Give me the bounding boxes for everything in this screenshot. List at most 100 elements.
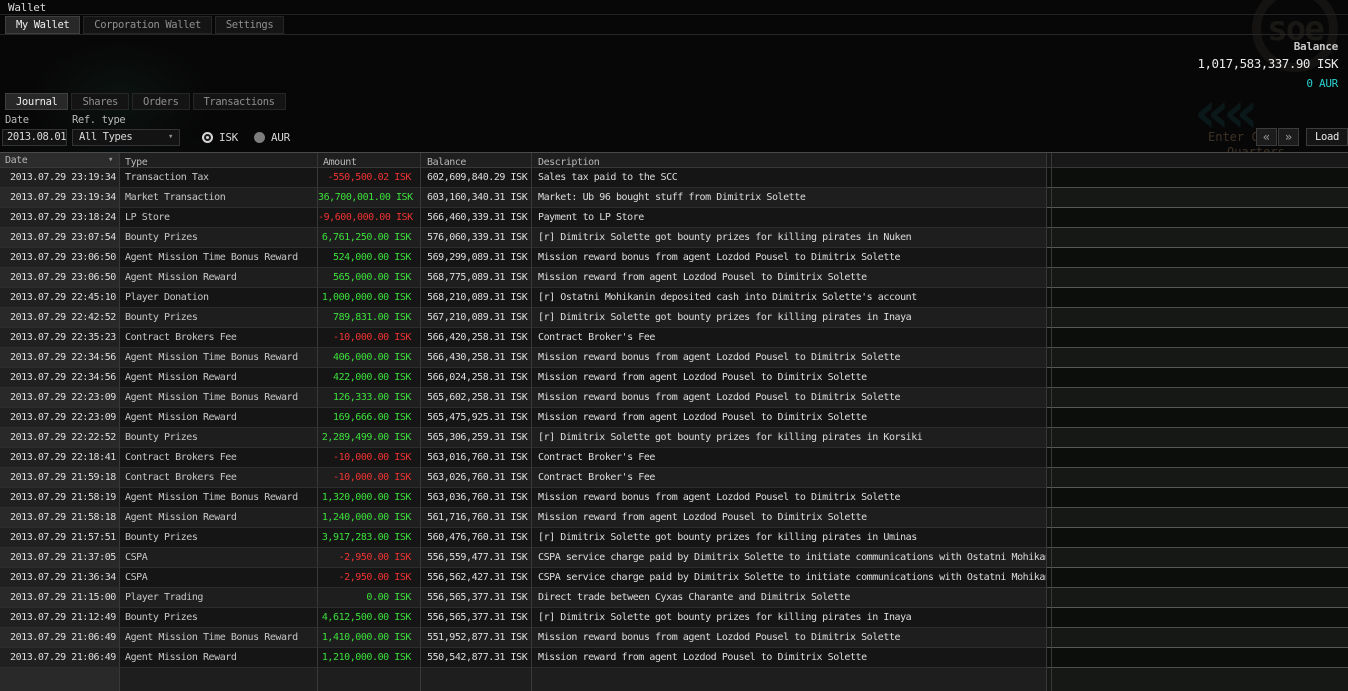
cell-description: Contract Broker's Fee [532, 448, 1047, 468]
cell-balance: 560,476,760.31 ISK [421, 528, 532, 548]
table-row[interactable]: 2013.07.29 21:36:34 CSPA -2,950.00 ISK 556,… [0, 568, 1348, 588]
date-input[interactable]: 2013.08.01 [2, 129, 67, 146]
cell-type: Bounty Prizes [120, 308, 318, 328]
table-row[interactable]: 2013.07.29 23:06:50 Agent Mission Time Bo… [0, 248, 1348, 268]
column-header-date[interactable]: Date ▾ [0, 153, 120, 168]
cell-amount: -550,500.02 ISK [318, 168, 421, 188]
cell-description: CSPA service charge paid by Dimitrix Sol… [532, 548, 1047, 568]
radio-aur[interactable]: AUR [253, 131, 290, 144]
tab-shares[interactable]: Shares [71, 93, 129, 110]
cell-balance: 603,160,340.31 ISK [421, 188, 532, 208]
cell-date: 2013.07.29 22:45:10 [0, 288, 120, 308]
cell-amount: -10,000.00 ISK [318, 328, 421, 348]
cell-balance: 566,460,339.31 ISK [421, 208, 532, 228]
table-row[interactable]: 2013.07.29 23:19:34 Transaction Tax -550,5… [0, 168, 1348, 188]
cell-date: 2013.07.29 21:58:18 [0, 508, 120, 528]
cell-description: Sales tax paid to the SCC [532, 168, 1047, 188]
pager-previous-button[interactable]: « [1256, 128, 1277, 146]
column-header-type[interactable]: Type [120, 153, 318, 168]
table-row[interactable]: 2013.07.29 21:06:49 Agent Mission Time Bo… [0, 628, 1348, 648]
cell-balance: 551,952,877.31 ISK [421, 628, 532, 648]
table-row[interactable]: 2013.07.29 22:34:56 Agent Mission Reward 4… [0, 368, 1348, 388]
cell-balance: 568,775,089.31 ISK [421, 268, 532, 288]
cell-description: Market: Ub 96 bought stuff from Dimitrix… [532, 188, 1047, 208]
tab-journal[interactable]: Journal [5, 93, 69, 110]
cell-amount: 565,000.00 ISK [318, 268, 421, 288]
cell-amount: 422,000.00 ISK [318, 368, 421, 388]
cell-balance: 568,210,089.31 ISK [421, 288, 532, 308]
table-row[interactable]: 2013.07.29 21:37:05 CSPA -2,950.00 ISK 556,… [0, 548, 1348, 568]
table-row[interactable]: 2013.07.29 23:18:24 LP Store -9,600,000.00… [0, 208, 1348, 228]
column-header-description[interactable]: Description [532, 153, 1047, 168]
cell-balance: 563,026,760.31 ISK [421, 468, 532, 488]
table-row[interactable]: 2013.07.29 21:15:00 Player Trading 0.00 IS… [0, 588, 1348, 608]
cell-date: 2013.07.29 21:15:00 [0, 588, 120, 608]
table-row[interactable]: 2013.07.29 22:18:41 Contract Brokers Fee -… [0, 448, 1348, 468]
table-row[interactable]: 2013.07.29 23:06:50 Agent Mission Reward 5… [0, 268, 1348, 288]
row-filler [1052, 168, 1348, 188]
row-filler [1052, 608, 1348, 628]
cell-balance: 576,060,339.31 ISK [421, 228, 532, 248]
balance-block: Balance 1,017,583,337.90 ISK 0 AUR [1197, 40, 1338, 90]
row-filler [1052, 408, 1348, 428]
cell-date: 2013.07.29 23:19:34 [0, 168, 120, 188]
tab-orders[interactable]: Orders [131, 93, 190, 110]
cell-balance: 565,602,258.31 ISK [421, 388, 532, 408]
cell-type: Agent Mission Reward [120, 368, 318, 388]
cell-type: Bounty Prizes [120, 608, 318, 628]
cell-date: 2013.07.29 21:06:49 [0, 628, 120, 648]
cell-date: 2013.07.29 21:59:18 [0, 468, 120, 488]
cell-amount: 789,831.00 ISK [318, 308, 421, 328]
table-row[interactable]: 2013.07.29 22:45:10 Player Donation 1,000,… [0, 288, 1348, 308]
row-filler [1052, 488, 1348, 508]
chevrons-right-icon: » [1284, 130, 1293, 144]
cell-description: Mission reward from agent Lozdod Pousel … [532, 368, 1047, 388]
cell-balance: 561,716,760.31 ISK [421, 508, 532, 528]
radio-isk[interactable]: ISK [202, 131, 238, 144]
cell-date: 2013.07.29 23:06:50 [0, 248, 120, 268]
load-button[interactable]: Load [1306, 128, 1348, 146]
cell-type: Transaction Tax [120, 168, 318, 188]
column-header-balance[interactable]: Balance [421, 153, 532, 168]
table-row[interactable]: 2013.07.29 23:07:54 Bounty Prizes 6,761,25… [0, 228, 1348, 248]
cell-date: 2013.07.29 21:12:49 [0, 608, 120, 628]
cell-description: Payment to LP Store [532, 208, 1047, 228]
tab-corporation-wallet[interactable]: Corporation Wallet [83, 16, 212, 34]
table-row[interactable]: 2013.07.29 22:23:09 Agent Mission Reward 1… [0, 408, 1348, 428]
cell-date: 2013.07.29 21:58:19 [0, 488, 120, 508]
balance-label: Balance [1293, 40, 1339, 53]
table-row[interactable]: 2013.07.29 21:58:18 Agent Mission Reward 1… [0, 508, 1348, 528]
table-row[interactable]: 2013.07.29 22:42:52 Bounty Prizes 789,831.… [0, 308, 1348, 328]
table-row[interactable]: 2013.07.29 22:34:56 Agent Mission Time Bo… [0, 348, 1348, 368]
row-filler [1052, 468, 1348, 488]
cell-amount: 1,410,000.00 ISK [318, 628, 421, 648]
table-row[interactable]: 2013.07.29 22:35:23 Contract Brokers Fee -… [0, 328, 1348, 348]
pager-next-button[interactable]: » [1278, 128, 1299, 146]
ref-type-dropdown[interactable]: All Types ▾ [72, 129, 180, 146]
table-row[interactable]: 2013.07.29 21:57:51 Bounty Prizes 3,917,28… [0, 528, 1348, 548]
table-row[interactable]: 2013.07.29 21:12:49 Bounty Prizes 4,612,50… [0, 608, 1348, 628]
tab-settings[interactable]: Settings [214, 16, 285, 34]
row-filler [1052, 568, 1348, 588]
tab-transactions[interactable]: Transactions [192, 93, 286, 110]
cell-date: 2013.07.29 22:34:56 [0, 368, 120, 388]
table-row[interactable]: 2013.07.29 21:58:19 Agent Mission Time Bo… [0, 488, 1348, 508]
table-row[interactable]: 2013.07.29 22:22:52 Bounty Prizes 2,289,49… [0, 428, 1348, 448]
table-row[interactable]: 2013.07.29 22:23:09 Agent Mission Time Bo… [0, 388, 1348, 408]
cell-amount: -10,000.00 ISK [318, 468, 421, 488]
tab-my-wallet[interactable]: My Wallet [5, 16, 81, 34]
cell-description: [r] Dimitrix Solette got bounty prizes f… [532, 428, 1047, 448]
cell-description: [r] Dimitrix Solette got bounty prizes f… [532, 608, 1047, 628]
cell-description: Mission reward from agent Lozdod Pousel … [532, 648, 1047, 668]
table-row[interactable]: 2013.07.29 21:59:18 Contract Brokers Fee -… [0, 468, 1348, 488]
cell-date: 2013.07.29 23:18:24 [0, 208, 120, 228]
row-filler [1052, 588, 1348, 608]
table-row[interactable]: 2013.07.29 23:19:34 Market Transaction 36,… [0, 188, 1348, 208]
row-filler [1052, 428, 1348, 448]
column-header-amount[interactable]: Amount [318, 153, 421, 168]
cell-description: [r] Dimitrix Solette got bounty prizes f… [532, 228, 1047, 248]
cell-description: [r] Dimitrix Solette got bounty prizes f… [532, 528, 1047, 548]
cell-type: Agent Mission Time Bonus Reward [120, 388, 318, 408]
table-row[interactable]: 2013.07.29 21:06:49 Agent Mission Reward 1… [0, 648, 1348, 668]
cell-type: CSPA [120, 568, 318, 588]
